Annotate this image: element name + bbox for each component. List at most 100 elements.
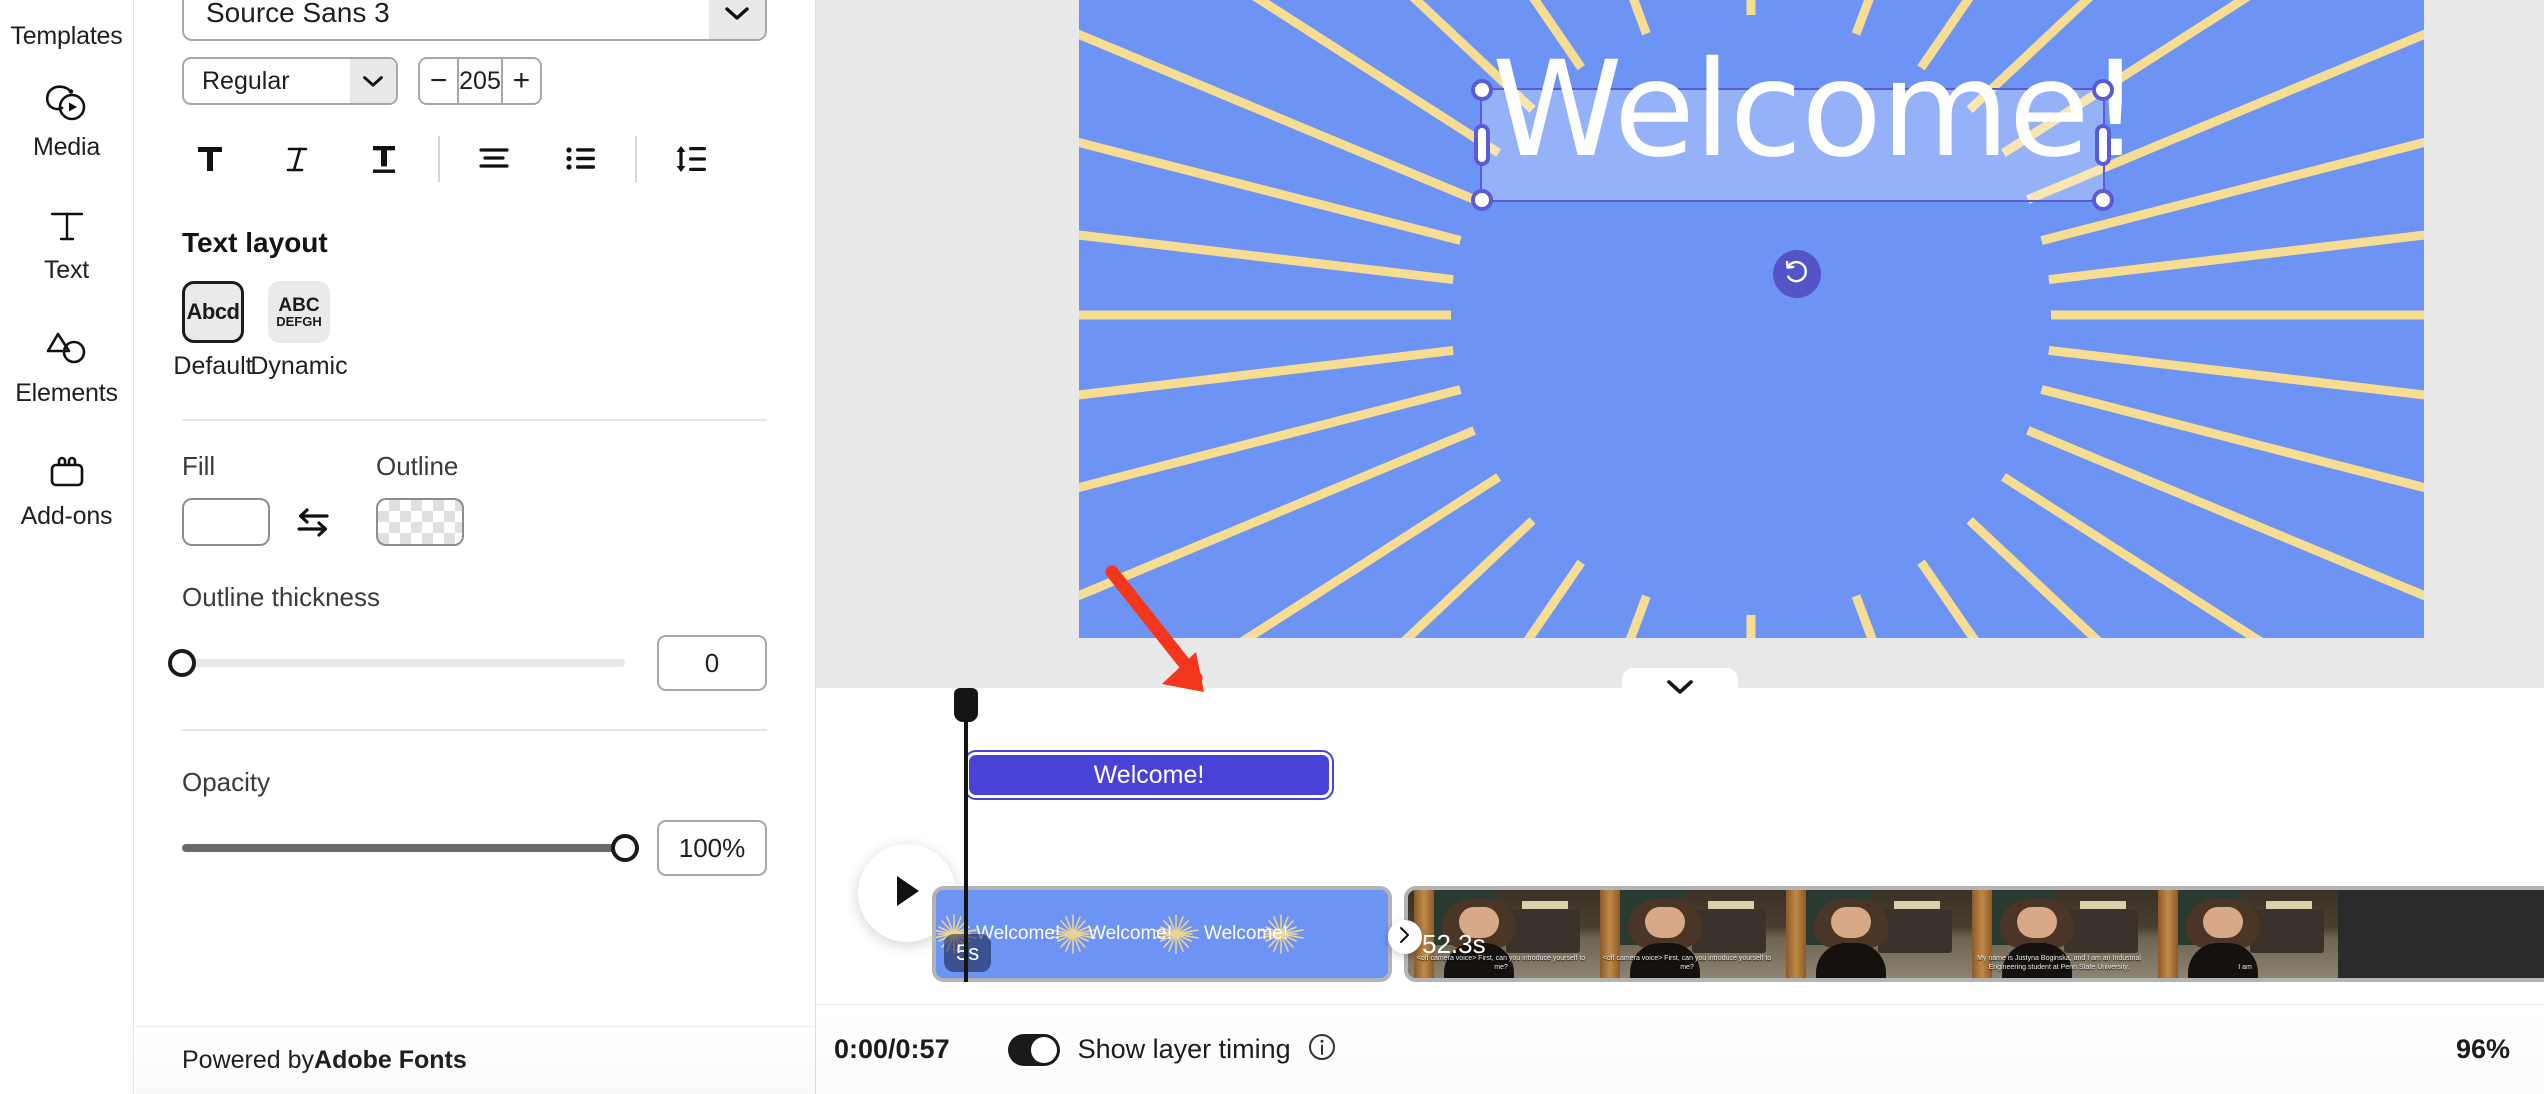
rotate-handle[interactable] — [1773, 250, 1821, 298]
opacity-value[interactable]: 100% — [657, 820, 767, 876]
timeline: Welcome! Welcome! Welcome! Welcome! <off… — [816, 688, 2544, 1094]
caption-text: My name is Justyna Boginska, and I am an… — [1977, 955, 2141, 971]
panel-scroll-area: Source Sans 3 Regular − 205 + Text layou… — [134, 0, 815, 1026]
addons-icon — [46, 444, 88, 500]
sidebar-item-label: Elements — [15, 379, 118, 407]
app-root: Templates Media Text Elements Add-ons So… — [0, 0, 2544, 1094]
chevron-down-icon[interactable] — [350, 59, 396, 103]
resize-handle-middle-left[interactable] — [1474, 124, 1490, 166]
timeline-clip-title[interactable]: Welcome! Welcome! Welcome! 5s — [932, 886, 1392, 982]
resize-handle-middle-right[interactable] — [2095, 124, 2111, 166]
filmstrip-frame — [1780, 890, 1966, 978]
zoom-level[interactable]: 96% — [2456, 1034, 2510, 1065]
outline-thickness-value[interactable]: 0 — [657, 635, 767, 691]
sidebar-item-elements[interactable]: Elements — [0, 319, 134, 408]
fill-group: Fill — [182, 451, 270, 546]
toggle-knob — [1030, 1036, 1057, 1063]
opacity-slider[interactable] — [182, 834, 639, 862]
outline-thickness-slider-row: 0 — [168, 635, 767, 691]
panel-footer: Powered by Adobe Fonts — [134, 1026, 815, 1094]
timeline-clip-video[interactable]: <off camera voice> First, can you introd… — [1404, 886, 2544, 982]
section-divider — [182, 729, 767, 731]
show-layer-timing-toggle[interactable] — [1007, 1033, 1060, 1066]
chevron-right-double-icon — [1397, 925, 1413, 950]
clip-duration-badge: 52.3s — [1422, 929, 1486, 959]
clip-frame-label: Welcome! — [1204, 923, 1289, 944]
layout-tile-dynamic[interactable]: ABC DEFGH — [268, 281, 330, 343]
chevron-down-icon[interactable] — [709, 0, 765, 39]
timeline-bottom-bar: 0:00/0:57 Show layer timing 96% — [816, 1004, 2544, 1094]
swap-fill-outline-icon[interactable] — [284, 498, 342, 546]
divider — [635, 136, 637, 182]
layout-option-dynamic[interactable]: ABC DEFGH Dynamic — [250, 281, 348, 381]
playhead[interactable] — [954, 688, 978, 982]
layer-bar-label: Welcome! — [1093, 760, 1205, 789]
outline-group: Outline — [376, 451, 464, 546]
resize-handle-top-right[interactable] — [2092, 79, 2114, 101]
timeline-layer-bar[interactable]: Welcome! — [966, 752, 1332, 798]
style-and-size-row: Regular − 205 + — [182, 57, 767, 105]
timeline-collapse-button[interactable] — [1622, 668, 1738, 710]
filmstrip-frame: My name is Justyna Boginska, and I am an… — [1966, 890, 2152, 978]
text-properties-panel: Source Sans 3 Regular − 205 + Text layou… — [134, 0, 816, 1094]
font-size-increase-button[interactable]: + — [502, 59, 540, 103]
caption-text: I am — [2238, 964, 2252, 971]
filmstrip-frame: I am — [2152, 890, 2338, 978]
opacity-label: Opacity — [182, 767, 271, 797]
layout-tile-dynamic-bottom: DEFGH — [276, 313, 322, 329]
layout-tile-default[interactable]: Abcd — [182, 281, 244, 343]
outline-thickness-slider-knob[interactable] — [168, 649, 196, 677]
fill-label: Fill — [182, 451, 216, 481]
resize-handle-bottom-left[interactable] — [1471, 189, 1493, 211]
resize-handle-bottom-right[interactable] — [2092, 189, 2114, 211]
video-filmstrip: <off camera voice> First, can you introd… — [1408, 890, 2544, 978]
align-icon[interactable] — [466, 133, 522, 185]
sidebar-item-label: Add-ons — [20, 502, 113, 530]
play-icon — [892, 874, 922, 913]
outline-color-swatch[interactable] — [376, 498, 464, 546]
sidebar-item-label: Media — [32, 133, 101, 161]
layout-option-default[interactable]: Abcd Default — [173, 281, 253, 381]
playhead-handle[interactable] — [954, 688, 978, 722]
fill-color-swatch[interactable] — [182, 498, 270, 546]
text-icon — [46, 198, 88, 254]
bold-icon[interactable] — [182, 133, 238, 185]
font-style-select[interactable]: Regular — [182, 57, 398, 105]
clip-expand-handle[interactable] — [1388, 920, 1422, 954]
sidebar-item-media[interactable]: Media — [0, 73, 134, 162]
sidebar-item-addons[interactable]: Add-ons — [0, 442, 134, 531]
canvas-text[interactable]: Welcome! — [1492, 44, 2142, 176]
sidebar-item-templates[interactable]: Templates — [0, 0, 134, 51]
divider — [438, 136, 440, 182]
adobe-fonts-link[interactable]: Adobe Fonts — [314, 1046, 467, 1075]
fill-outline-row: Fill Outline — [182, 451, 767, 546]
text-selection-box[interactable]: Welcome! — [1471, 44, 2142, 211]
outline-label: Outline — [376, 451, 459, 481]
font-family-select[interactable]: Source Sans 3 — [182, 0, 767, 41]
left-rail: Templates Media Text Elements Add-ons — [0, 0, 134, 1094]
sidebar-item-text[interactable]: Text — [0, 196, 134, 285]
info-icon[interactable] — [1307, 1032, 1337, 1067]
editor-right-area: Welcome! Welcome! Welcome! Welcome! Welc… — [816, 0, 2544, 1094]
font-size-decrease-button[interactable]: − — [420, 59, 458, 103]
resize-handle-top-left[interactable] — [1471, 79, 1493, 101]
canvas-area: Welcome! — [816, 0, 2544, 680]
layout-tile-default-text: Abcd — [186, 299, 241, 324]
font-size-value[interactable]: 205 — [459, 59, 501, 103]
artboard[interactable]: Welcome! — [1079, 0, 2424, 638]
sidebar-item-label: Templates — [10, 22, 123, 50]
chevron-down-icon — [1666, 678, 1694, 700]
line-spacing-icon[interactable] — [663, 133, 719, 185]
opacity-slider-knob[interactable] — [611, 834, 639, 862]
italic-icon[interactable] — [269, 133, 325, 185]
layout-option-label: Default — [173, 352, 253, 380]
list-icon[interactable] — [553, 133, 609, 185]
caption-text: <off camera voice> First, can you introd… — [1602, 955, 1772, 971]
clip-frame-label: Welcome! — [1088, 923, 1173, 944]
underline-icon[interactable] — [356, 133, 412, 185]
outline-thickness-label: Outline thickness — [182, 582, 380, 612]
outline-thickness-slider[interactable] — [168, 649, 625, 677]
text-format-toolbar — [182, 131, 767, 187]
opacity-slider-fill — [182, 844, 625, 852]
font-size-stepper[interactable]: − 205 + — [418, 57, 542, 105]
